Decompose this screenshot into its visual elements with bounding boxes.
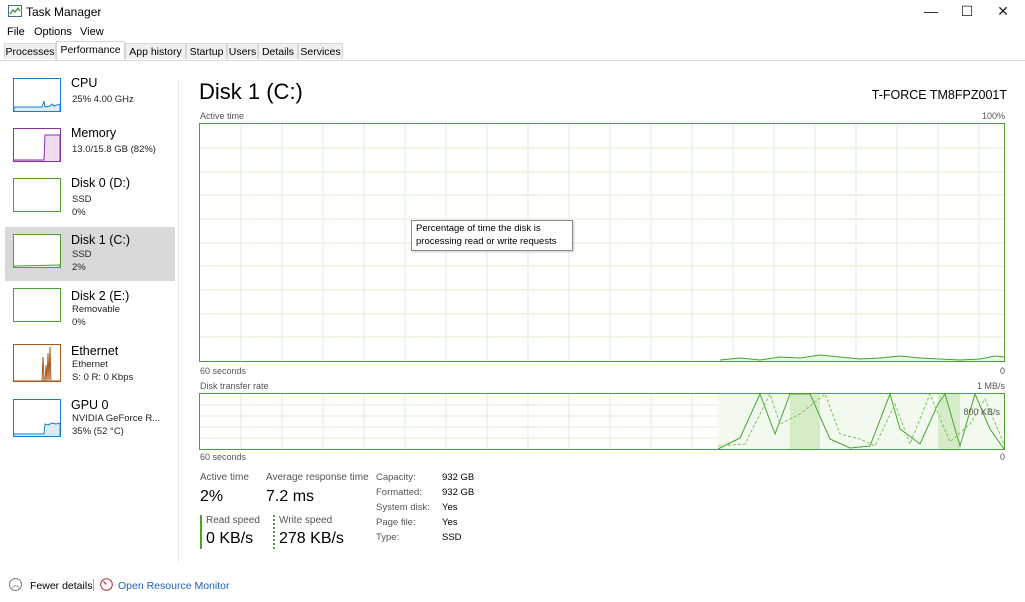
resource-monitor-icon[interactable] bbox=[100, 578, 113, 591]
sidebar-item-title: Disk 0 (D:) bbox=[71, 176, 131, 190]
sidebar-item-ethernet[interactable]: Ethernet Ethernet S: 0 R: 0 Kbps bbox=[5, 339, 175, 393]
menu-options[interactable]: Options bbox=[34, 26, 72, 38]
sidebar-item-gpu-0[interactable]: GPU 0 NVIDIA GeForce R... 35% (52 °C) bbox=[5, 393, 175, 447]
active-time-graph bbox=[199, 123, 1005, 362]
sidebar-item-adapter: Ethernet bbox=[72, 359, 108, 370]
page-file-label: Page file: bbox=[376, 517, 416, 528]
sidebar-item-usage: 35% (52 °C) bbox=[72, 426, 124, 437]
disk-2-thumbnail-graph bbox=[13, 288, 61, 322]
read-speed-value: 0 KB/s bbox=[206, 530, 254, 547]
page-file-value: Yes bbox=[442, 517, 458, 528]
tab-app-history[interactable]: App history bbox=[125, 43, 186, 59]
menu-file[interactable]: File bbox=[7, 26, 25, 38]
minimize-button[interactable]: — bbox=[913, 0, 949, 22]
active-time-graph-min: 0 bbox=[999, 366, 1005, 376]
sidebar-item-type: Removable bbox=[72, 304, 121, 315]
footer-divider bbox=[93, 579, 94, 591]
sidebar-item-detail: 25% 4.00 GHz bbox=[72, 94, 134, 105]
transfer-rate-graph-max: 1 MB/s bbox=[976, 381, 1005, 391]
sidebar-item-disk-2[interactable]: Disk 2 (E:) Removable 0% bbox=[5, 284, 175, 338]
tab-startup[interactable]: Startup bbox=[186, 43, 227, 59]
read-speed-indicator bbox=[200, 515, 202, 549]
sidebar-item-gpu-name: NVIDIA GeForce R... bbox=[72, 413, 161, 424]
read-speed-label: Read speed bbox=[206, 515, 260, 526]
write-speed-label: Write speed bbox=[279, 515, 333, 526]
formatted-value: 932 GB bbox=[442, 487, 475, 498]
disk-1-thumbnail-graph bbox=[13, 234, 61, 268]
chevron-up-icon[interactable]: ︿ bbox=[9, 578, 22, 591]
active-time-tooltip: Percentage of time the disk is processin… bbox=[411, 220, 573, 251]
transfer-rate-graph-label: Disk transfer rate bbox=[200, 381, 269, 391]
sidebar-item-memory[interactable]: Memory 13.0/15.8 GB (82%) bbox=[5, 124, 175, 178]
capacity-value: 932 GB bbox=[442, 472, 475, 483]
tab-users[interactable]: Users bbox=[227, 43, 258, 59]
page-title: Disk 1 (C:) bbox=[199, 79, 303, 104]
sidebar-item-title: Memory bbox=[71, 126, 117, 140]
title-bar: Task Manager — ☐ ✕ bbox=[0, 0, 1025, 22]
sidebar-item-cpu[interactable]: CPU 25% 4.00 GHz bbox=[5, 74, 175, 128]
menu-view[interactable]: View bbox=[80, 26, 104, 38]
tab-divider bbox=[0, 60, 1025, 61]
type-label: Type: bbox=[376, 532, 400, 543]
tab-performance[interactable]: Performance bbox=[56, 41, 125, 61]
sidebar-item-title: GPU 0 bbox=[71, 398, 109, 412]
tab-details[interactable]: Details bbox=[258, 43, 298, 59]
gpu-thumbnail-graph bbox=[13, 399, 61, 437]
sidebar-divider bbox=[178, 80, 179, 562]
active-time-graph-label: Active time bbox=[200, 111, 245, 121]
active-time-graph-timespan: 60 seconds bbox=[200, 366, 247, 376]
formatted-label: Formatted: bbox=[376, 487, 422, 498]
open-resource-monitor-link[interactable]: Open Resource Monitor bbox=[118, 580, 229, 592]
transfer-rate-graph-mid: 800 KB/s bbox=[963, 407, 1000, 417]
active-time-graph-max: 100% bbox=[981, 111, 1005, 121]
system-disk-value: Yes bbox=[442, 502, 458, 513]
sidebar-item-title: Disk 1 (C:) bbox=[71, 233, 131, 247]
window-title: Task Manager bbox=[26, 5, 102, 19]
active-time-value: 2% bbox=[200, 488, 224, 505]
write-speed-indicator bbox=[273, 515, 275, 549]
average-response-time-label: Average response time bbox=[266, 472, 369, 483]
sidebar-item-usage: 0% bbox=[72, 317, 86, 328]
sidebar-item-usage: 2% bbox=[72, 262, 86, 273]
active-time-label: Active time bbox=[200, 472, 249, 483]
sidebar-item-usage: 0% bbox=[72, 207, 86, 218]
maximize-button[interactable]: ☐ bbox=[949, 0, 985, 22]
device-model: T-FORCE TM8FPZ001T bbox=[871, 88, 1007, 102]
tab-processes[interactable]: Processes bbox=[4, 43, 56, 59]
sidebar-item-disk-0[interactable]: Disk 0 (D:) SSD 0% bbox=[5, 174, 175, 228]
ethernet-thumbnail-graph bbox=[13, 344, 61, 382]
tab-services[interactable]: Services bbox=[298, 43, 343, 59]
capacity-label: Capacity: bbox=[376, 472, 416, 483]
sidebar-item-title: Disk 2 (E:) bbox=[71, 289, 130, 303]
transfer-rate-graph-timespan: 60 seconds bbox=[200, 452, 247, 462]
fewer-details-button[interactable]: Fewer details bbox=[30, 580, 92, 592]
memory-thumbnail-graph bbox=[13, 128, 61, 162]
sidebar-item-throughput: S: 0 R: 0 Kbps bbox=[72, 372, 134, 383]
write-speed-value: 278 KB/s bbox=[279, 530, 344, 547]
sidebar-item-type: SSD bbox=[72, 249, 92, 260]
sidebar-item-detail: 13.0/15.8 GB (82%) bbox=[72, 144, 156, 155]
type-value: SSD bbox=[442, 532, 462, 543]
transfer-rate-graph-min: 0 bbox=[999, 452, 1005, 462]
transfer-rate-graph bbox=[199, 393, 1005, 450]
system-disk-label: System disk: bbox=[376, 502, 430, 513]
task-manager-icon bbox=[8, 5, 22, 17]
sidebar-item-type: SSD bbox=[72, 194, 92, 205]
cpu-thumbnail-graph bbox=[13, 78, 61, 112]
average-response-time-value: 7.2 ms bbox=[266, 488, 315, 505]
disk-0-thumbnail-graph bbox=[13, 178, 61, 212]
sidebar-item-title: CPU bbox=[71, 76, 98, 90]
sidebar-item-disk-1[interactable]: Disk 1 (C:) SSD 2% bbox=[5, 227, 175, 281]
close-button[interactable]: ✕ bbox=[985, 0, 1021, 22]
sidebar-item-title: Ethernet bbox=[71, 344, 119, 358]
